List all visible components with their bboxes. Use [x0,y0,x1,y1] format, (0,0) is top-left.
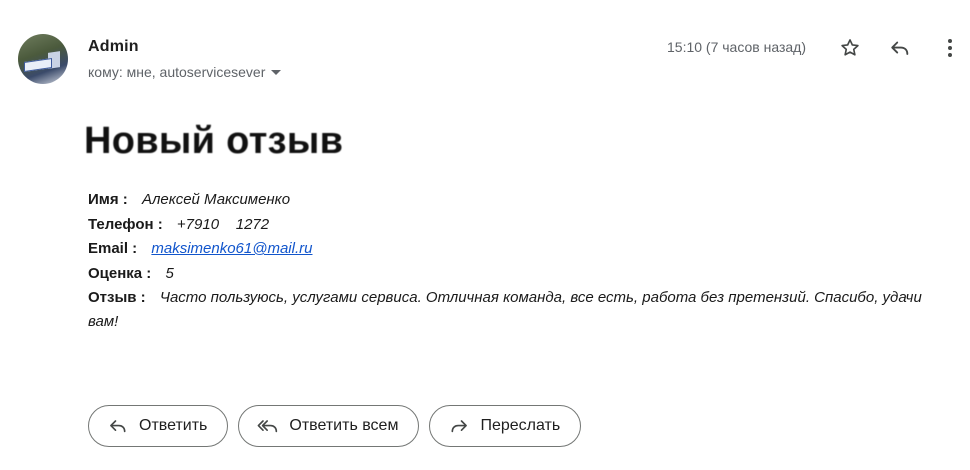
field-review-value: Часто пользуюсь, услугами сервиса. Отлич… [88,289,922,330]
reply-button[interactable]: Ответить [88,405,229,447]
field-email-label: Email : [88,240,138,257]
message-fields: Имя : Алексей Максименко Телефон : +7910… [88,188,954,334]
field-review-label: Отзыв : [88,289,146,306]
field-rating-value: 5 [165,264,174,282]
reply-icon[interactable] [888,36,912,60]
field-email-link[interactable]: maksimenko61@mail.ru [151,240,312,257]
field-phone-label: Телефон : [88,215,163,233]
forward-button-label: Переслать [480,417,561,434]
sender-avatar[interactable] [18,34,68,84]
recipients-text: кому: мне, autoservicesever [88,64,266,80]
avatar-photo-sign [24,58,52,72]
recipients-line: кому: мне, autoservicesever [88,64,282,80]
field-name-label: Имя : [88,191,128,208]
message-actions: Ответить Ответить всем Переслать [88,405,582,447]
reply-all-icon [257,415,279,437]
field-email: Email : maksimenko61@mail.ru [88,237,954,262]
field-phone-value: +7910 1272 [176,215,270,233]
field-name: Имя : Алексей Максименко [88,188,954,213]
message-title: Новый отзыв [84,120,344,162]
reply-all-button[interactable]: Ответить всем [238,405,420,447]
field-name-value: Алексей Максименко [141,191,291,208]
field-rating-label: Оценка : [88,264,152,282]
field-review: Отзыв : Часто пользуюсь, услугами сервис… [88,286,954,334]
sender-name[interactable]: Admin [88,38,139,56]
star-icon[interactable] [838,36,862,60]
chevron-down-icon[interactable] [271,69,282,75]
field-rating: Оценка : 5 [88,262,954,287]
field-phone: Телефон : +7910 1272 [88,213,954,238]
forward-icon [448,415,470,437]
reply-button-label: Ответить [139,417,208,434]
more-vert-icon[interactable] [938,36,962,60]
reply-icon [107,415,129,437]
reply-all-button-label: Ответить всем [289,417,399,434]
message-timestamp: 15:10 (7 часов назад) [667,39,807,55]
forward-button[interactable]: Переслать [429,405,582,447]
